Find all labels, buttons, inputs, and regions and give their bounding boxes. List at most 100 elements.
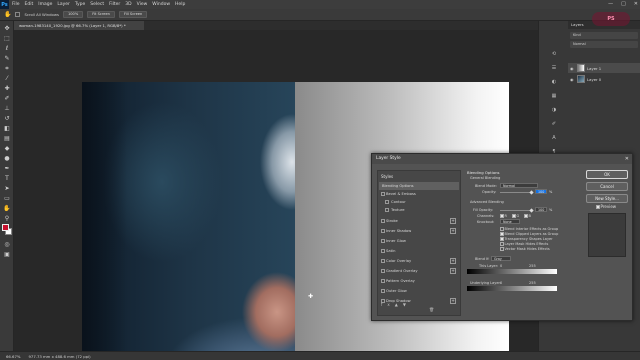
style-checkbox[interactable] <box>381 219 385 223</box>
style-bevel-emboss[interactable]: Bevel & Emboss <box>379 190 459 198</box>
style-stroke[interactable]: Stroke + <box>379 217 459 225</box>
fx-icon[interactable]: fx <box>381 302 395 307</box>
eyedropper-tool-icon[interactable]: ⁄ <box>3 75 11 82</box>
history-panel-icon[interactable]: ⟲ <box>550 51 558 58</box>
opacity-input[interactable]: 100 <box>535 189 547 194</box>
move-tool-icon[interactable]: ✥ <box>3 25 11 32</box>
blur-tool-icon[interactable]: ◆ <box>3 145 11 152</box>
foreground-color-swatch[interactable] <box>2 224 9 231</box>
type-tool-icon[interactable]: T <box>3 175 11 182</box>
style-checkbox[interactable] <box>385 200 389 204</box>
crop-tool-icon[interactable]: ⌗ <box>3 65 11 72</box>
color-panel-icon[interactable]: ◐ <box>550 79 558 86</box>
menu-3d[interactable]: 3D <box>125 0 131 9</box>
style-pattern-overlay[interactable]: Pattern Overlay <box>379 277 459 285</box>
opacity-slider[interactable] <box>500 192 532 193</box>
style-checkbox[interactable] <box>381 259 385 263</box>
blend-mode-select[interactable]: Normal <box>500 183 538 188</box>
checkbox-box[interactable] <box>524 214 528 218</box>
menu-type[interactable]: Type <box>75 0 85 9</box>
checkbox-box[interactable] <box>500 232 504 236</box>
add-style-icon[interactable]: + <box>450 228 456 234</box>
close-window-button[interactable]: ✕ <box>634 0 638 9</box>
menu-image[interactable]: Image <box>38 0 52 9</box>
preview-checkbox[interactable]: Preview <box>596 204 616 209</box>
menu-edit[interactable]: Edit <box>25 0 34 9</box>
style-checkbox[interactable] <box>381 279 385 283</box>
move-up-icon[interactable]: ▲ <box>395 302 403 307</box>
option-blend-interior[interactable]: Blend Interior Effects as Group <box>500 227 558 231</box>
pen-tool-icon[interactable]: ✒ <box>3 165 11 172</box>
menu-view[interactable]: View <box>137 0 148 9</box>
swatches-panel-icon[interactable]: ▦ <box>550 93 558 100</box>
style-outer-glow[interactable]: Outer Glow <box>379 287 459 295</box>
brush-tool-icon[interactable]: ✐ <box>3 95 11 102</box>
properties-panel-icon[interactable]: ☰ <box>550 65 558 72</box>
checkbox-box[interactable] <box>500 227 504 231</box>
option-transparency-shapes[interactable]: Transparency Shapes Layer <box>500 237 553 241</box>
quick-select-tool-icon[interactable]: ✎ <box>3 55 11 62</box>
style-satin[interactable]: Satin <box>379 247 459 255</box>
layer-row-layer-0[interactable]: ◉ Layer 0 <box>568 74 640 84</box>
new-style-button[interactable]: New Style... <box>586 194 628 203</box>
zoom-tool-icon[interactable]: ⚲ <box>3 215 11 222</box>
eye-icon[interactable]: ◉ <box>570 66 575 71</box>
blend-if-select[interactable]: Gray <box>491 256 511 261</box>
style-checkbox[interactable] <box>381 239 385 243</box>
style-checkbox[interactable] <box>381 289 385 293</box>
style-checkbox[interactable] <box>381 229 385 233</box>
eraser-tool-icon[interactable]: ◧ <box>3 125 11 132</box>
style-inner-shadow[interactable]: Inner Shadow + <box>379 227 459 235</box>
menu-file[interactable]: File <box>12 0 20 9</box>
trash-icon[interactable]: 🗑 <box>429 307 439 312</box>
channel-g-checkbox[interactable]: G <box>512 214 519 218</box>
path-select-tool-icon[interactable]: ➤ <box>3 185 11 192</box>
menu-help[interactable]: Help <box>175 0 185 9</box>
style-color-overlay[interactable]: Color Overlay + <box>379 257 459 265</box>
gradient-tool-icon[interactable]: ▤ <box>3 135 11 142</box>
checkbox-box[interactable] <box>512 214 516 218</box>
style-blending-options[interactable]: Blending Options <box>379 182 459 190</box>
healing-tool-icon[interactable]: ✚ <box>3 85 11 92</box>
checkbox-box[interactable] <box>500 247 504 251</box>
fill-opacity-slider[interactable] <box>500 210 532 211</box>
ok-button[interactable]: OK <box>586 170 628 179</box>
style-checkbox[interactable] <box>385 208 389 212</box>
style-contour[interactable]: Contour <box>379 198 459 206</box>
layer-kind-filter[interactable]: Kind <box>570 32 638 39</box>
eye-icon[interactable]: ◉ <box>570 77 575 82</box>
style-texture[interactable]: Texture <box>379 206 459 214</box>
layer-row-layer-1[interactable]: ◉ Layer 1 <box>568 63 640 73</box>
channel-b-checkbox[interactable]: B <box>524 214 531 218</box>
clone-stamp-tool-icon[interactable]: ⊥ <box>3 105 11 112</box>
checkbox-box[interactable] <box>500 242 504 246</box>
fill-screen-button[interactable]: Fill Screen <box>118 11 148 18</box>
marquee-tool-icon[interactable]: ⬚ <box>3 35 11 42</box>
menu-filter[interactable]: Filter <box>109 0 120 9</box>
layer-blend-mode-select[interactable]: Normal <box>570 41 638 48</box>
style-checkbox[interactable] <box>381 192 385 196</box>
character-panel-icon[interactable]: A <box>550 135 558 142</box>
menu-select[interactable]: Select <box>90 0 104 9</box>
zoom-level[interactable]: 66.67% <box>6 354 20 359</box>
opacity-slider-knob[interactable] <box>529 190 534 195</box>
hand-icon[interactable]: ✋ <box>4 11 11 18</box>
checkbox-box[interactable] <box>500 237 504 241</box>
adjustments-panel-icon[interactable]: ◑ <box>550 107 558 114</box>
fill-opacity-slider-knob[interactable] <box>529 208 534 213</box>
minimize-button[interactable]: — <box>608 0 613 9</box>
document-tab[interactable]: woman-1983140_1920.jpg @ 66.7% (Layer 1,… <box>14 21 144 30</box>
option-layer-mask-hides[interactable]: Layer Mask Hides Effects <box>500 242 548 246</box>
this-layer-gradient-slider[interactable] <box>467 269 557 274</box>
knockout-select[interactable]: None <box>500 219 520 224</box>
hand-tool-icon[interactable]: ✋ <box>3 205 11 212</box>
option-vector-mask-hides[interactable]: Vector Mask Hides Effects <box>500 247 550 251</box>
move-down-icon[interactable]: ▼ <box>403 302 411 307</box>
quick-mask-icon[interactable]: ◎ <box>3 241 11 248</box>
fill-opacity-input[interactable]: 100 <box>535 207 547 212</box>
style-inner-glow[interactable]: Inner Glow <box>379 237 459 245</box>
style-checkbox[interactable] <box>381 269 385 273</box>
dodge-tool-icon[interactable]: ● <box>3 155 11 162</box>
add-style-icon[interactable]: + <box>450 258 456 264</box>
style-checkbox[interactable] <box>381 249 385 253</box>
